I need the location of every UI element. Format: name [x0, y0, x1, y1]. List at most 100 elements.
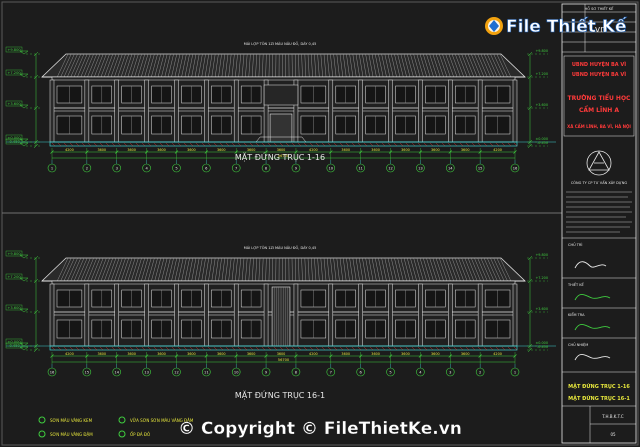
role-label: KIỂM TRA	[568, 312, 585, 317]
column	[448, 79, 453, 143]
bay-dimension: 3600	[371, 148, 380, 152]
column	[358, 283, 363, 347]
axis-label: 10	[329, 166, 334, 170]
column	[388, 79, 393, 143]
bay-dimension: 3600	[247, 148, 256, 152]
column	[84, 283, 90, 347]
axis-label: 2	[86, 166, 88, 170]
level-label-right: +9.800	[535, 253, 548, 257]
cad-drawing-canvas: MÁI LỢP TÔN 1ZI MÀU NÂU ĐỎ, DÀY 0,45 +9.8…	[0, 0, 640, 447]
axis-label: 13	[418, 166, 423, 170]
title-block-frame	[561, 3, 637, 444]
column	[49, 79, 55, 143]
column	[388, 283, 393, 347]
bay-dimension: 3600	[341, 148, 350, 152]
bay-dimension: 3600	[127, 148, 136, 152]
level-label-right: +9.800	[535, 49, 548, 53]
level-label: +7.200	[7, 71, 21, 75]
watermark-brand: File Thiết Kế	[506, 16, 627, 37]
company-name: CÔNG TY CP TƯ VẤN XÂY DỰNG	[571, 180, 628, 185]
level-label-right: +3.600	[535, 103, 548, 107]
axis-label: 5	[175, 166, 177, 170]
axis-label: 16	[50, 370, 55, 374]
axis-label: 7	[330, 370, 332, 374]
watermark-bottom: © Copyright © FileThietKe.vn	[178, 419, 462, 439]
school-name: TRƯỜNG TIỂU HỌC	[568, 94, 632, 102]
axis-label: 12	[174, 370, 179, 374]
level-label-right: +3.600	[535, 307, 548, 311]
bay-dimension: 3600	[431, 352, 440, 356]
bay-dimension: 4200	[65, 148, 74, 152]
column	[418, 283, 423, 347]
bay-dimension: 3600	[157, 352, 166, 356]
level-label-right: -0.450	[537, 345, 548, 349]
sheet-number: 05	[610, 432, 616, 437]
drawing-name: MẶT ĐỨNG TRỤC 1-16	[568, 383, 630, 390]
column	[84, 79, 90, 143]
column	[512, 283, 518, 347]
legend-item-label: SƠN MÀU VÀNG ĐẬM	[50, 432, 93, 437]
bay-dimension: 4200	[493, 352, 502, 356]
column	[477, 79, 483, 143]
axis-label: 15	[478, 166, 483, 170]
bay-dimension: 3600	[157, 148, 166, 152]
column	[204, 79, 209, 143]
bay-dimension: 3600	[461, 352, 470, 356]
axis-label: 14	[114, 370, 119, 374]
column	[263, 283, 269, 347]
bay-dimension: 4200	[309, 352, 318, 356]
bay-dimension: 3600	[97, 352, 106, 356]
bay-dimension: 3600	[277, 352, 286, 356]
bay-dimension: 3600	[217, 148, 226, 152]
filethietke-logo-icon	[485, 17, 503, 35]
column	[418, 79, 423, 143]
bay-dimension: 4200	[65, 352, 74, 356]
level-label: +7.200	[7, 275, 21, 279]
bay-dimension: 3600	[127, 352, 136, 356]
legend-item-label: SƠN MÀU VÀNG KEM	[50, 418, 93, 423]
column	[477, 283, 483, 347]
bay-dimension: 3600	[341, 352, 350, 356]
level-label: -0.450	[8, 344, 20, 348]
axis-label: 1	[514, 370, 516, 374]
column	[448, 283, 453, 347]
column	[293, 283, 299, 347]
column	[328, 283, 334, 347]
location: XÃ CẨM LĨNH, BA VÌ, HÀ NỘI	[567, 124, 631, 129]
column	[114, 79, 119, 143]
roof-note: MÁI LỢP TÔN 1ZI MÀU NÂU ĐỎ, DÀY 0,45	[244, 245, 317, 250]
column	[174, 79, 179, 143]
watermark-top: File Thiết Kế .vn	[485, 16, 627, 37]
level-label: +9.800	[7, 48, 21, 52]
bay-dimension: 3600	[187, 352, 196, 356]
roof-note: MÁI LỢP TÔN 1ZI MÀU NÂU ĐỎ, DÀY 0,45	[244, 41, 317, 46]
legend-item-label: ỐP ĐÁ ĐỎ	[130, 432, 150, 437]
owner-line: UBND HUYỆN BA VÌ	[572, 60, 626, 68]
column	[233, 79, 239, 143]
axis-label: 12	[388, 166, 393, 170]
level-label-right: -0.450	[537, 141, 548, 145]
axis-label: 11	[204, 370, 209, 374]
axis-label: 15	[85, 370, 90, 374]
total-dimension: 56700	[278, 358, 290, 362]
bay-dimension: 3600	[247, 352, 256, 356]
column	[204, 283, 209, 347]
axis-label: 16	[513, 166, 518, 170]
entrance-canopy	[263, 84, 299, 106]
elevation-top-title: MẶT ĐỨNG TRỤC 1-16	[235, 151, 325, 163]
level-label: +3.600	[7, 306, 21, 310]
school-name: CẨM LĨNH A	[579, 106, 619, 114]
role-label: CHỦ NHIỆM	[568, 342, 588, 347]
level-label: +3.600	[7, 102, 21, 106]
level-label-right: +7.200	[535, 72, 548, 76]
axis-label: 13	[144, 370, 149, 374]
level-label: -0.450	[8, 140, 20, 144]
axis-label: 10	[234, 370, 239, 374]
column	[174, 283, 179, 347]
level-label-right: +7.200	[535, 276, 548, 280]
owner-line: UBND HUYỆN BA VÌ	[572, 70, 626, 78]
elevation-bottom-title: MẶT ĐỨNG TRỤC 16-1	[235, 389, 325, 401]
bay-dimension: 3600	[277, 148, 286, 152]
axis-label: 3	[116, 166, 118, 170]
column	[144, 79, 149, 143]
